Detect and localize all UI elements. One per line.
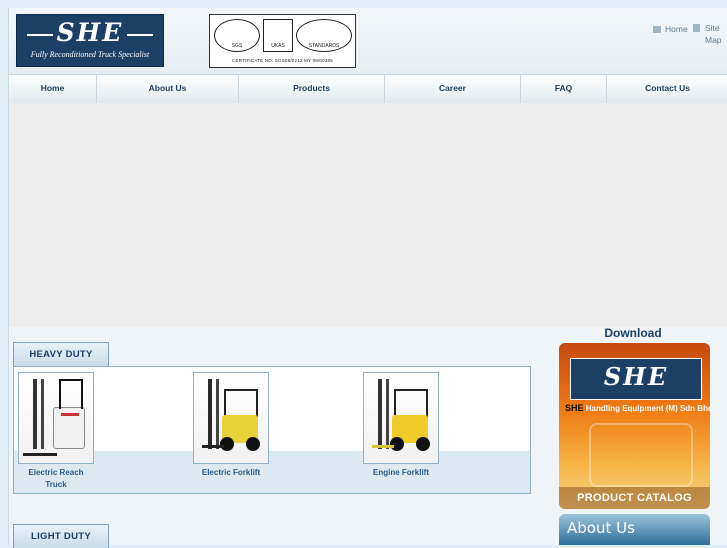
product-label[interactable]: Electric Forklift [193,467,269,479]
sgs-label: SGS [231,43,243,49]
sgs-badge-icon: SGS [214,19,260,52]
wheel-shape [416,437,430,451]
download-title: Download [604,326,662,340]
product-catalog-banner[interactable]: SHE SHE Handling Equipment (M) Sdn Bhd P… [559,343,710,509]
light-duty-tab[interactable]: LIGHT DUTY [13,524,109,548]
top-home-link[interactable]: Home [653,24,688,34]
main-nav: Home About Us Products Career FAQ Contac… [9,74,727,104]
catalog-brand: SHE [603,362,669,391]
home-icon [653,26,661,33]
nav-item-products[interactable]: Products [239,75,385,103]
standards-badge-icon: STANDARDS [296,19,352,52]
nav-item-home[interactable]: Home [9,75,97,103]
site-header: SHE Fully Reconditioned Truck Specialist… [9,8,727,74]
ukas-badge-icon: UKAS [263,19,293,52]
banner-area [9,103,727,327]
product-electric-forklift[interactable]: Electric Forklift [193,372,269,479]
nav-item-career[interactable]: Career [385,75,521,103]
cab-shape [59,379,83,409]
wheel-shape [220,437,234,451]
product-label[interactable]: Engine Forklift [363,467,439,479]
electric-forklift-image[interactable] [193,372,269,464]
mast-shape [208,379,212,449]
logo-tagline: Fully Reconditioned Truck Specialist [30,50,150,59]
ukas-label: UKAS [271,43,285,49]
catalog-logo: SHE [570,358,702,400]
fork-shape [202,445,224,448]
certification-badges: SGS UKAS STANDARDS CERTIFICATE NO: SGS09… [209,14,356,68]
logo-brand: SHE [56,18,124,47]
top-home-label: Home [665,24,688,34]
mast-shape-2 [216,379,219,449]
catalog-company-prefix: SHE [565,403,584,413]
fork-shape [372,445,394,448]
site-logo[interactable]: SHE Fully Reconditioned Truck Specialist [16,14,164,67]
product-label[interactable]: Electric Reach Truck [18,467,94,491]
product-electric-reach-truck[interactable]: Electric Reach Truck [18,372,94,491]
nav-item-faq[interactable]: FAQ [521,75,607,103]
forklift-outline-icon [589,423,693,487]
heavy-duty-panel: Electric Reach Truck Electric Forklift E… [13,366,531,494]
electric-reach-truck-image[interactable] [18,372,94,464]
sitemap-icon [693,24,700,32]
mast-shape-2 [41,379,44,449]
engine-forklift-image[interactable] [363,372,439,464]
wheel-shape [390,437,404,451]
about-us-banner[interactable]: About Us [559,514,710,545]
catalog-label[interactable]: PRODUCT CATALOG [559,487,710,509]
top-sitemap-label: Site Map [705,23,722,45]
catalog-company: SHE Handling Equipment (M) Sdn Bhd [565,403,710,413]
mast-shape [33,379,37,449]
certificate-number: CERTIFICATE NO: SGS09/0212 MY 09/00385 [210,58,355,65]
nav-item-contact-us[interactable]: Contact Us [607,75,727,103]
fork-shape [23,453,57,456]
wheel-shape [246,437,260,451]
nav-item-about-us[interactable]: About Us [97,75,239,103]
mast-shape [378,379,382,449]
product-engine-forklift[interactable]: Engine Forklift [363,372,439,479]
catalog-company-name: Handling Equipment (M) Sdn Bhd [585,404,710,413]
page-frame: SHE Fully Reconditioned Truck Specialist… [8,8,727,548]
heavy-duty-tab[interactable]: HEAVY DUTY [13,342,109,366]
mast-shape-2 [386,379,389,449]
accent-stripe [61,413,79,416]
standards-label: STANDARDS [308,43,340,49]
